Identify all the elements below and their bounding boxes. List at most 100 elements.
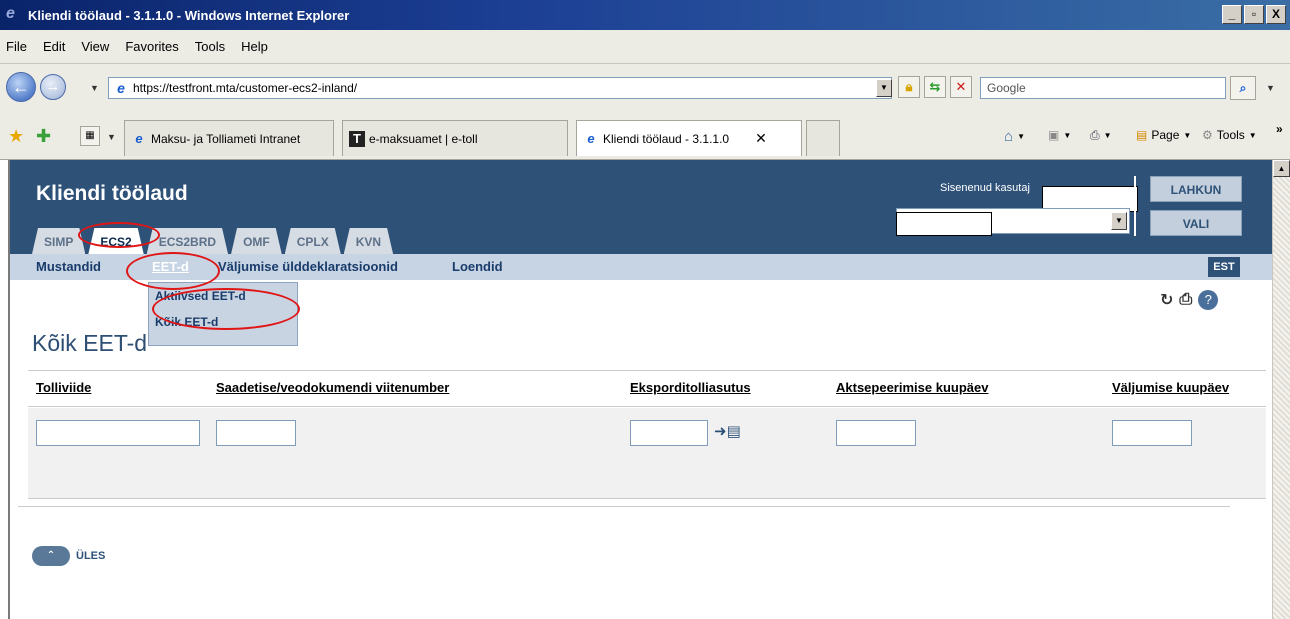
page-icon: ▤: [1136, 128, 1148, 142]
aktsepeerimise-kuupaev-filter-input[interactable]: [836, 420, 916, 446]
page-content: Kliendi töölaud SIMP ECS2 ECS2BRD OMF CP…: [10, 160, 1272, 619]
menu-file[interactable]: File: [6, 39, 27, 54]
annotation-ellipse: [78, 222, 160, 248]
forward-arrow-icon[interactable]: →: [40, 74, 66, 100]
chevron-more-icon[interactable]: »: [1276, 122, 1283, 136]
tab-simp[interactable]: SIMP: [32, 228, 85, 254]
search-options-icon[interactable]: ▼: [1266, 83, 1275, 93]
tab-kliendi-toolaud[interactable]: e Kliendi töölaud - 3.1.1.0 ✕: [576, 120, 802, 156]
page-tools: ↻ ⎙ ?: [1160, 290, 1219, 310]
printer-icon[interactable]: ⎙: [1179, 291, 1192, 309]
language-button[interactable]: EST: [1208, 257, 1240, 277]
tab-list-dropdown-icon[interactable]: ▼: [107, 132, 116, 142]
vertical-scrollbar[interactable]: ▲: [1272, 160, 1290, 619]
column-tolliviide[interactable]: Tolliviide: [36, 380, 91, 395]
page-menu[interactable]: ▤ Page ▼: [1136, 128, 1191, 142]
menu-help[interactable]: Help: [241, 39, 268, 54]
nav-loendid[interactable]: Loendid: [452, 259, 503, 274]
home-dropdown-icon: ▼: [1017, 132, 1025, 141]
print-dropdown-icon: ▼: [1103, 131, 1112, 140]
app-title: Kliendi töölaud: [36, 182, 188, 205]
minimize-button[interactable]: _: [1222, 5, 1242, 24]
annotation-ellipse: [126, 252, 220, 290]
logout-button[interactable]: LAHKUN: [1150, 176, 1242, 202]
refresh-icon[interactable]: ↻: [1160, 290, 1173, 310]
url-dropdown-icon[interactable]: ▼: [876, 79, 892, 97]
tolliviide-filter-input[interactable]: [36, 420, 200, 446]
column-valjumise-kuupaev[interactable]: Väljumise kuupäev: [1112, 380, 1229, 395]
stop-icon[interactable]: ✕: [950, 76, 972, 98]
column-eksporditolliasutus[interactable]: Eksporditolliasutus: [630, 380, 751, 395]
window-controls: _ ▫ X: [1222, 5, 1286, 24]
menu-edit[interactable]: Edit: [43, 39, 65, 54]
ie-logo-icon: e: [6, 5, 15, 22]
refresh-icon[interactable]: ⇆: [924, 76, 946, 98]
new-tab-button[interactable]: [806, 120, 840, 156]
tab-cplx[interactable]: CPLX: [285, 228, 341, 254]
tools-dropdown-icon: ▼: [1248, 130, 1257, 140]
select-dropdown-icon[interactable]: ▼: [1111, 212, 1127, 230]
url-field[interactable]: e https://testfront.mta/customer-ecs2-in…: [108, 77, 892, 99]
divider: [28, 406, 1266, 407]
favorites-star-icon[interactable]: ★: [8, 126, 24, 147]
help-icon[interactable]: ?: [1198, 290, 1219, 310]
feeds-dropdown-icon: ▼: [1063, 130, 1072, 140]
window-title: Kliendi töölaud - 3.1.1.0 - Windows Inte…: [28, 7, 350, 23]
tools-menu-label: Tools: [1216, 128, 1245, 142]
header-divider: [1134, 176, 1136, 236]
tab-kvn[interactable]: KVN: [344, 228, 393, 254]
tab-label: Maksu- ja Tolliameti Intranet: [151, 131, 301, 146]
tab-omf[interactable]: OMF: [231, 228, 282, 254]
valjumise-kuupaev-filter-input[interactable]: [1112, 420, 1192, 446]
menu-view[interactable]: View: [81, 39, 109, 54]
tab-e-maksuamet[interactable]: T e-maksuamet | e-toll: [342, 120, 568, 156]
page-dropdown-icon: ▼: [1183, 130, 1192, 140]
back-to-top-button[interactable]: ⌃ ÜLES: [32, 546, 105, 566]
lookup-list-icon[interactable]: ➜▤: [714, 422, 741, 440]
menu-tools[interactable]: Tools: [195, 39, 225, 54]
rss-icon: ▣: [1048, 128, 1060, 142]
printer-icon: ⎙: [1090, 128, 1100, 142]
eksporditolliasutus-filter-input[interactable]: [630, 420, 708, 446]
search-input[interactable]: Google: [980, 77, 1226, 99]
scroll-up-icon[interactable]: ▲: [1273, 160, 1290, 177]
choose-button[interactable]: VALI: [1150, 210, 1242, 236]
tab-label: e-maksuamet | e-toll: [369, 131, 478, 146]
home-icon: ⌂: [1004, 128, 1014, 145]
address-bar-row: ← → ▼ e https://testfront.mta/customer-e…: [0, 64, 1290, 112]
divider: [18, 506, 1230, 507]
nav-valjumise-ulddeklaratsioonid[interactable]: Väljumise ülddeklaratsioonid: [218, 259, 398, 274]
tools-menu[interactable]: ⚙ Tools ▼: [1202, 128, 1257, 142]
add-favorite-icon[interactable]: ✚: [36, 126, 51, 147]
nav-mustandid[interactable]: Mustandid: [36, 259, 101, 274]
redacted-company: [896, 212, 992, 236]
ie-page-icon: e: [135, 130, 143, 146]
tab-bar: ★ ✚ ▦ ▼ e Maksu- ja Tolliameti Intranet …: [0, 112, 1290, 160]
page-title: Kõik EET-d: [32, 330, 148, 356]
column-headers: Tolliviide Saadetise/veodokumendi viiten…: [36, 380, 1256, 404]
emta-logo-icon: T: [349, 130, 365, 147]
page-menu-label: Page: [1151, 128, 1180, 142]
column-saadetise-viitenumber[interactable]: Saadetise/veodokumendi viitenumber: [216, 380, 449, 395]
column-aktsepeerimise-kuupaev[interactable]: Aktsepeerimise kuupäev: [836, 380, 988, 395]
quick-tabs-icon[interactable]: ▦: [80, 126, 100, 146]
maximize-button[interactable]: ▫: [1244, 5, 1264, 24]
app-header: Kliendi töölaud SIMP ECS2 ECS2BRD OMF CP…: [10, 160, 1272, 254]
print-button[interactable]: ⎙ ▼: [1090, 128, 1112, 143]
feeds-button[interactable]: ▣ ▼: [1048, 128, 1071, 142]
tab-intranet[interactable]: e Maksu- ja Tolliameti Intranet: [124, 120, 334, 156]
lock-icon[interactable]: 🔒︎: [898, 76, 920, 98]
close-tab-icon[interactable]: ✕: [755, 130, 767, 147]
divider: [28, 498, 1266, 499]
back-to-top-label: ÜLES: [76, 550, 106, 562]
menu-favorites[interactable]: Favorites: [125, 39, 178, 54]
back-arrow-icon[interactable]: ←: [6, 72, 36, 102]
viitenumber-filter-input[interactable]: [216, 420, 296, 446]
search-icon[interactable]: ⌕: [1230, 76, 1256, 100]
close-button[interactable]: X: [1266, 5, 1286, 24]
menu-bar: File Edit View Favorites Tools Help: [0, 30, 1290, 64]
window-title-bar: e Kliendi töölaud - 3.1.1.0 - Windows In…: [0, 0, 1290, 30]
history-dropdown-icon[interactable]: ▼: [90, 83, 99, 93]
home-button[interactable]: ⌂ ▼: [1004, 128, 1025, 145]
chevron-up-icon: ⌃: [32, 546, 70, 566]
